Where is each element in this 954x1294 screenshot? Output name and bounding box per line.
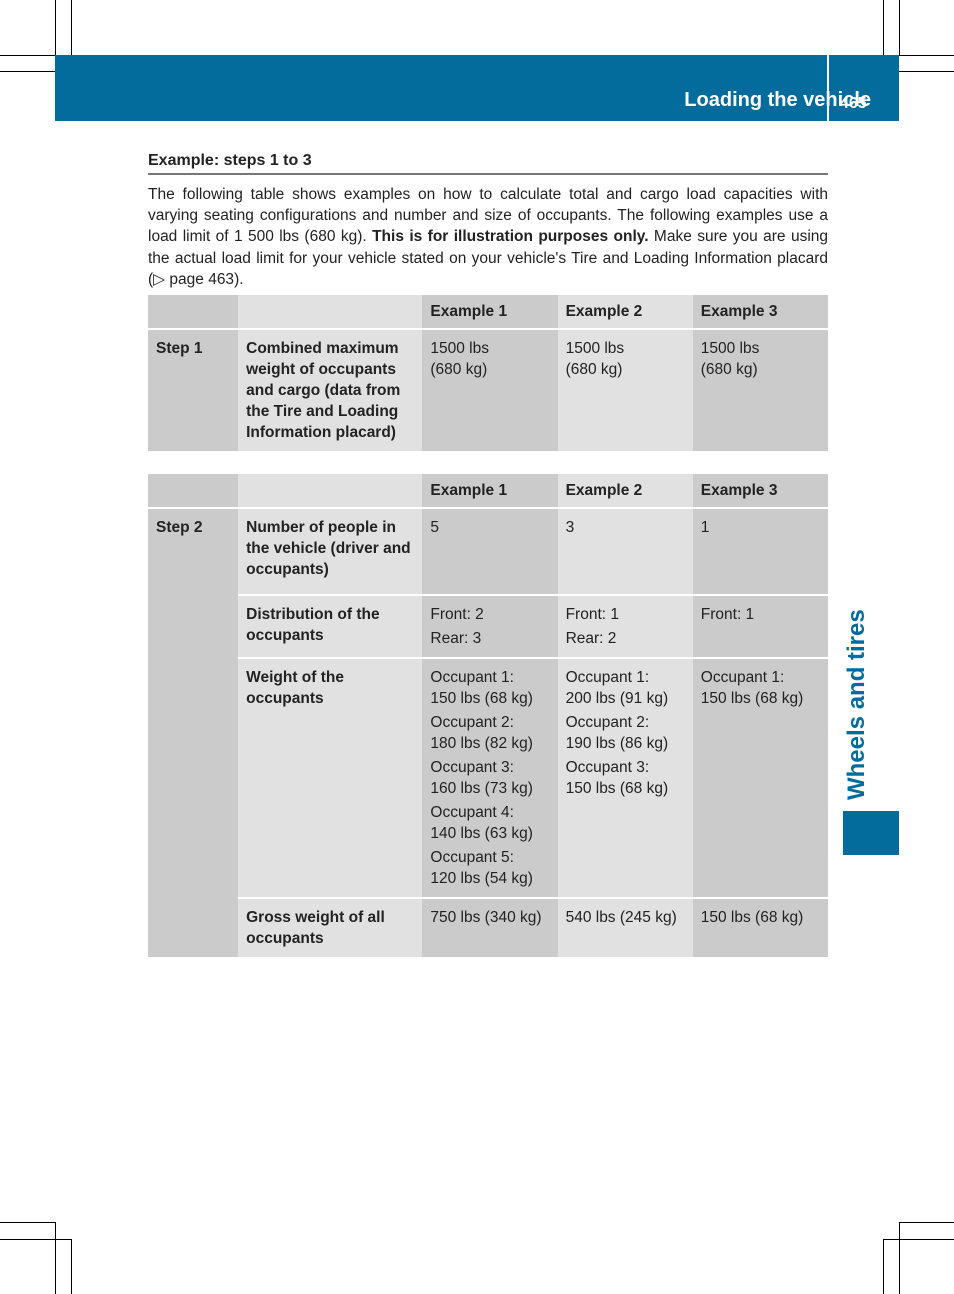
crop-mark <box>899 71 954 72</box>
value-line: 1500 lbs <box>565 340 625 358</box>
crop-mark <box>899 1222 954 1223</box>
occupant-weight: 120 lbs (54 kg) <box>430 870 533 888</box>
row-label: Combined maximum weight of occupants and… <box>238 329 423 452</box>
crop-mark <box>0 1239 71 1240</box>
table-row: Weight of the occupants Occupant 1: 150 … <box>148 657 828 899</box>
value-line: Front: 1 <box>700 606 755 624</box>
header-cell: Example 2 <box>557 474 693 510</box>
table-row: Step 1 Combined maximum weight of occupa… <box>148 329 828 452</box>
crop-mark <box>883 0 884 55</box>
occupant-name: Occupant 1: <box>700 669 785 687</box>
crop-mark <box>0 71 55 72</box>
occupant-name: Occupant 3: <box>565 759 650 777</box>
table-row: Distribution of the occupants Front: 2 R… <box>148 594 828 659</box>
value-cell: 540 lbs (245 kg) <box>557 897 693 958</box>
section-tab-marker <box>843 811 899 855</box>
page-reference-link[interactable]: page 463 <box>169 271 234 288</box>
value-cell: 150 lbs (68 kg) <box>692 897 828 958</box>
occupant-weight: 150 lbs (68 kg) <box>565 780 669 798</box>
occupant-name: Occupant 1: <box>565 669 650 687</box>
value-line: Rear: 3 <box>430 630 482 648</box>
crop-mark <box>55 1222 56 1294</box>
page-number: 465 <box>840 95 867 112</box>
value-line: 1500 lbs <box>430 340 489 358</box>
step-label: Step 1 <box>148 329 239 452</box>
header-cell <box>148 295 239 331</box>
main-content: Example: steps 1 to 3 The following tabl… <box>148 152 828 958</box>
crop-mark <box>55 0 56 55</box>
occupant-weight: 140 lbs (63 kg) <box>430 825 533 843</box>
value-cell: 1500 lbs (680 kg) <box>422 329 558 452</box>
header-cell <box>148 474 239 510</box>
intro-paragraph: The following table shows examples on ho… <box>148 184 828 290</box>
occupant-name: Occupant 2: <box>430 714 514 732</box>
occupant-name: Occupant 1: <box>430 669 514 687</box>
header-cell: Example 1 <box>422 474 558 510</box>
header-cell <box>238 474 423 510</box>
value-cell: 1500 lbs (680 kg) <box>557 329 693 452</box>
occupant-name: Occupant 5: <box>430 849 514 867</box>
occupant-name: Occupant 2: <box>565 714 650 732</box>
occupant-weight: 190 lbs (86 kg) <box>565 735 669 753</box>
header-cell: Example 2 <box>557 295 693 331</box>
intro-emphasis: This is for illustration purposes only. <box>372 228 649 246</box>
table-header-row: Example 1 Example 2 Example 3 <box>148 295 828 331</box>
value-line: (680 kg) <box>700 361 758 379</box>
occupant-weight: 150 lbs (68 kg) <box>430 690 533 708</box>
value-cell: Occupant 1: 150 lbs (68 kg) Occupant 2: … <box>422 657 558 899</box>
value-line: (680 kg) <box>565 361 623 379</box>
value-cell: 750 lbs (340 kg) <box>422 897 558 958</box>
occupant-weight: 180 lbs (82 kg) <box>430 735 533 753</box>
header-cell <box>238 295 423 331</box>
value-cell: Front: 1 Rear: 2 <box>557 594 693 659</box>
step2-table: Example 1 Example 2 Example 3 Step 2 Num… <box>148 474 828 958</box>
occupant-name: Occupant 3: <box>430 759 514 777</box>
crop-mark <box>0 55 55 56</box>
table-row: Step 2 Number of people in the vehicle (… <box>148 508 828 958</box>
header-cell: Example 1 <box>422 295 558 331</box>
value-cell: 5 <box>422 508 558 596</box>
value-cell: 3 <box>557 508 693 596</box>
header-cell: Example 3 <box>692 295 828 331</box>
step-label: Step 2 <box>148 508 239 958</box>
row-label: Weight of the occupants <box>238 657 423 899</box>
step1-table: Example 1 Example 2 Example 3 Step 1 Com… <box>148 295 828 452</box>
value-cell: 1500 lbs (680 kg) <box>692 329 828 452</box>
value-line: Front: 1 <box>565 606 619 624</box>
value-line: 1500 lbs <box>700 340 760 358</box>
value-cell: Front: 2 Rear: 3 <box>422 594 558 659</box>
header-divider <box>827 55 829 121</box>
crop-mark <box>883 1239 884 1294</box>
crop-mark <box>899 0 900 55</box>
occupant-name: Occupant 4: <box>430 804 514 822</box>
header-cell: Example 3 <box>692 474 828 510</box>
intro-text: ). <box>234 270 244 288</box>
table-row: Gross weight of all occupants 750 lbs (3… <box>148 897 828 958</box>
row-label: Number of people in the vehicle (driver … <box>238 508 423 596</box>
crop-mark <box>0 1222 55 1223</box>
occupant-weight: 150 lbs (68 kg) <box>700 690 804 708</box>
value-line: Front: 2 <box>430 606 484 624</box>
table-header-row: Example 1 Example 2 Example 3 <box>148 474 828 510</box>
row-label: Distribution of the occupants <box>238 594 423 659</box>
section-tab-label: Wheels and tires <box>843 609 870 800</box>
crop-mark <box>899 1222 900 1294</box>
occupant-weight: 160 lbs (73 kg) <box>430 780 533 798</box>
crop-mark <box>899 55 954 56</box>
triangle-right-icon: ▷ <box>153 270 166 288</box>
crop-mark <box>883 1239 954 1240</box>
value-cell: 1 <box>692 508 828 596</box>
row-label: Gross weight of all occupants <box>238 897 423 958</box>
value-cell: Occupant 1: 200 lbs (91 kg) Occupant 2: … <box>557 657 693 899</box>
value-cell: Occupant 1: 150 lbs (68 kg) <box>692 657 828 899</box>
crop-mark <box>71 0 72 55</box>
section-title: Example: steps 1 to 3 <box>148 152 828 175</box>
occupant-weight: 200 lbs (91 kg) <box>565 690 669 708</box>
value-cell: Front: 1 <box>692 594 828 659</box>
crop-mark <box>71 1239 72 1294</box>
value-line: (680 kg) <box>430 361 488 379</box>
value-line: Rear: 2 <box>565 630 617 648</box>
